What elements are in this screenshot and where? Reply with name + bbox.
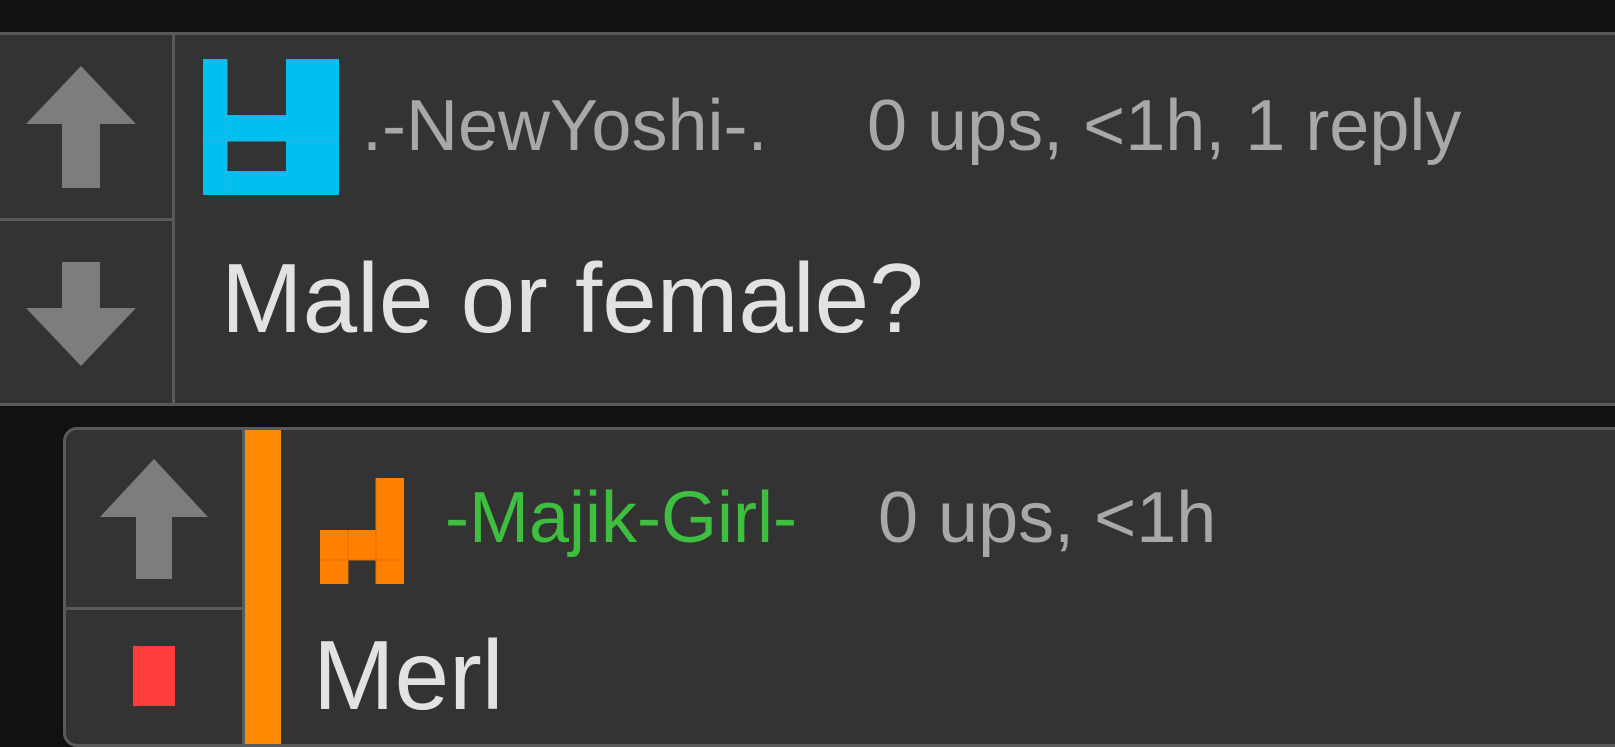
downvote-active-icon xyxy=(133,646,175,706)
orange-glyph-avatar-icon xyxy=(320,478,404,584)
comment-author[interactable]: .-NewYoshi-. xyxy=(362,90,768,162)
comment-body: Male or female? xyxy=(221,243,924,353)
up-arrow-icon xyxy=(25,65,136,188)
vote-column xyxy=(66,430,245,744)
down-arrow-icon xyxy=(25,261,136,366)
upvote-button[interactable] xyxy=(66,430,242,607)
downvote-button[interactable] xyxy=(0,221,172,403)
up-arrow-icon xyxy=(100,458,208,579)
downvote-button[interactable] xyxy=(66,610,242,744)
comment-body: Merl xyxy=(313,620,504,730)
blue-glyph-avatar-icon xyxy=(203,59,339,195)
vote-column xyxy=(0,35,175,403)
reply-thread-bar xyxy=(245,430,281,744)
comment-card: .-NewYoshi-. 0 ups, <1h, 1 reply Male or… xyxy=(0,32,1615,406)
upvote-button[interactable] xyxy=(0,35,172,218)
comment-meta: 0 ups, <1h, 1 reply xyxy=(867,86,1462,166)
comment-meta: 0 ups, <1h xyxy=(878,478,1217,558)
comment-author[interactable]: -Majik-Girl- xyxy=(445,482,797,554)
reply-comment-card: -Majik-Girl- 0 ups, <1h Merl xyxy=(63,427,1615,747)
